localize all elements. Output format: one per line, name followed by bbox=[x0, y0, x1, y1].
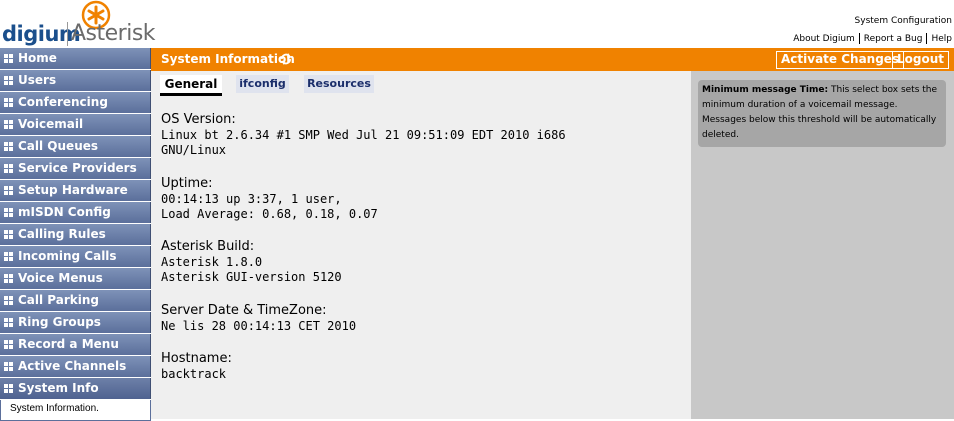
tab-general[interactable]: General bbox=[160, 75, 222, 96]
sidebar-item-calling-rules[interactable]: Calling Rules bbox=[0, 224, 151, 245]
sidebar-item-voice-menus[interactable]: Voice Menus bbox=[0, 268, 151, 289]
asterisk-build-value: Asterisk 1.8.0 Asterisk GUI-version 5120 bbox=[161, 255, 342, 284]
grid-icon bbox=[4, 296, 13, 305]
digium-asterisk-logo[interactable]: digium Asterisk bbox=[0, 0, 160, 46]
tab-resources[interactable]: Resources bbox=[304, 75, 374, 93]
grid-icon bbox=[4, 164, 13, 173]
page-title: System Information bbox=[161, 52, 295, 66]
sidebar-item-label: Call Queues bbox=[18, 139, 99, 153]
sidebar-item-label: System Info bbox=[18, 381, 99, 395]
sidebar-item-call-parking[interactable]: Call Parking bbox=[0, 290, 151, 311]
sidebar-item-misdn-config[interactable]: mISDN Config bbox=[0, 202, 151, 223]
sidebar-item-label: Ring Groups bbox=[18, 315, 101, 329]
grid-icon bbox=[4, 76, 13, 85]
sidebar-item-label: Users bbox=[18, 73, 57, 87]
system-info-panel: General ifconfig Resources OS Version: L… bbox=[151, 71, 691, 419]
top-navigation: System Configuration About Digium Report … bbox=[789, 16, 952, 44]
os-version-value: Linux bt 2.6.34 #1 SMP Wed Jul 21 09:51:… bbox=[161, 128, 566, 157]
report-bug-link[interactable]: Report a Bug bbox=[860, 34, 927, 44]
logout-button[interactable]: Logout bbox=[892, 51, 950, 69]
activate-changes-button[interactable]: Activate Changes bbox=[776, 51, 905, 69]
sidebar-item-conferencing[interactable]: Conferencing bbox=[0, 92, 151, 113]
sidebar-item-voicemail[interactable]: Voicemail bbox=[0, 114, 151, 135]
sidebar-item-home[interactable]: Home bbox=[0, 48, 151, 69]
sidebar-item-incoming-calls[interactable]: Incoming Calls bbox=[0, 246, 151, 267]
hostname-value: backtrack bbox=[161, 367, 227, 381]
uptime-label: Uptime: bbox=[161, 176, 213, 191]
server-date-section: Server Date & TimeZone: Ne lis 28 00:14:… bbox=[161, 303, 356, 334]
grid-icon bbox=[4, 54, 13, 63]
system-configuration-title: System Configuration bbox=[854, 16, 952, 26]
tab-ifconfig[interactable]: ifconfig bbox=[236, 75, 289, 93]
os-version-section: OS Version: Linux bt 2.6.34 #1 SMP Wed J… bbox=[161, 112, 566, 158]
grid-icon bbox=[4, 98, 13, 107]
logo-divider bbox=[67, 22, 68, 46]
grid-icon bbox=[4, 120, 13, 129]
asterisk-build-section: Asterisk Build: Asterisk 1.8.0 Asterisk … bbox=[161, 239, 342, 285]
sidebar-nav: Home Users Conferencing Voicemail Call Queue… bbox=[0, 48, 151, 421]
sidebar-item-label: Call Parking bbox=[18, 293, 100, 307]
active-item-description: System Information. bbox=[0, 400, 151, 421]
grid-icon bbox=[4, 142, 13, 151]
grid-icon bbox=[4, 362, 13, 371]
sidebar-item-call-queues[interactable]: Call Queues bbox=[0, 136, 151, 157]
grid-icon bbox=[4, 340, 13, 349]
grid-icon bbox=[4, 384, 13, 393]
grid-icon bbox=[4, 230, 13, 239]
help-link[interactable]: Help bbox=[927, 34, 952, 44]
hostname-label: Hostname: bbox=[161, 351, 232, 366]
asterisk-build-label: Asterisk Build: bbox=[161, 239, 255, 254]
main-title-bar: System Information Activate Changes Logo… bbox=[151, 48, 954, 71]
os-version-label: OS Version: bbox=[161, 112, 236, 127]
sidebar-item-label: mISDN Config bbox=[18, 205, 111, 219]
sidebar-item-label: Calling Rules bbox=[18, 227, 106, 241]
asterisk-wordmark: Asterisk bbox=[71, 21, 156, 46]
sidebar-item-label: Record a Menu bbox=[18, 337, 119, 351]
sidebar-item-label: Incoming Calls bbox=[18, 249, 117, 263]
uptime-value: 00:14:13 up 3:37, 1 user, Load Average: … bbox=[161, 192, 378, 221]
help-sidebar: Minimum message Time: This select box se… bbox=[691, 71, 954, 419]
sidebar-item-label: Active Channels bbox=[18, 359, 127, 373]
grid-icon bbox=[4, 208, 13, 217]
about-digium-link[interactable]: About Digium bbox=[789, 34, 859, 44]
grid-icon bbox=[4, 186, 13, 195]
sidebar-item-label: Conferencing bbox=[18, 95, 108, 109]
sidebar-item-record-a-menu[interactable]: Record a Menu bbox=[0, 334, 151, 355]
sidebar-item-label: Voicemail bbox=[18, 117, 84, 131]
grid-icon bbox=[4, 274, 13, 283]
grid-icon bbox=[4, 318, 13, 327]
refresh-icon[interactable] bbox=[279, 52, 293, 66]
sidebar-item-ring-groups[interactable]: Ring Groups bbox=[0, 312, 151, 333]
sidebar-item-system-info[interactable]: System Info bbox=[0, 378, 151, 399]
server-date-value: Ne lis 28 00:14:13 CET 2010 bbox=[161, 319, 357, 333]
server-date-label: Server Date & TimeZone: bbox=[161, 303, 327, 318]
sidebar-item-active-channels[interactable]: Active Channels bbox=[0, 356, 151, 377]
sidebar-item-users[interactable]: Users bbox=[0, 70, 151, 91]
digium-wordmark: digium bbox=[2, 22, 81, 46]
help-title: Minimum message Time: bbox=[702, 85, 829, 95]
header: digium Asterisk System Configuration Abo… bbox=[0, 0, 954, 48]
sidebar-item-setup-hardware[interactable]: Setup Hardware bbox=[0, 180, 151, 201]
uptime-section: Uptime: 00:14:13 up 3:37, 1 user, Load A… bbox=[161, 176, 378, 222]
help-tooltip: Minimum message Time: This select box se… bbox=[698, 80, 946, 147]
sidebar-item-service-providers[interactable]: Service Providers bbox=[0, 158, 151, 179]
sidebar-item-label: Service Providers bbox=[18, 161, 137, 175]
sidebar-item-label: Setup Hardware bbox=[18, 183, 128, 197]
hostname-section: Hostname: backtrack bbox=[161, 351, 232, 382]
grid-icon bbox=[4, 252, 13, 261]
sidebar-item-label: Home bbox=[18, 51, 57, 65]
sidebar-item-label: Voice Menus bbox=[18, 271, 103, 285]
